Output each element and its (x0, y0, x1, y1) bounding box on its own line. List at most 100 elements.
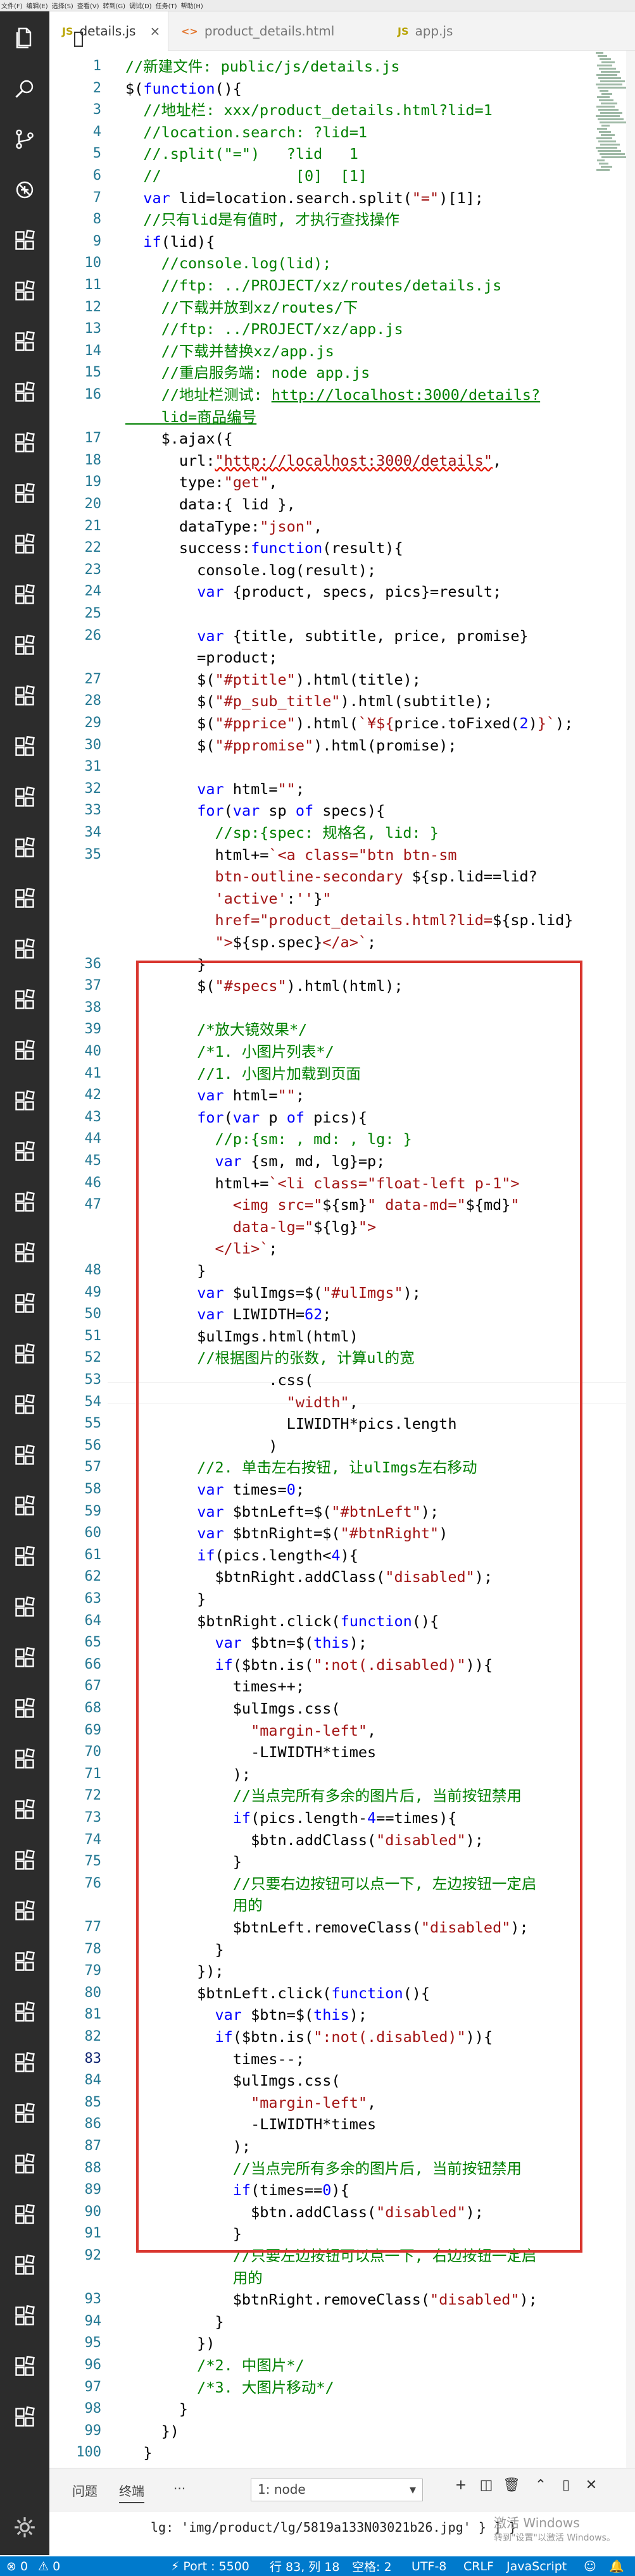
code-line[interactable]: var {product, specs, pics}=result; (125, 581, 501, 602)
live-server-port[interactable]: ⚡ Port : 5500 (171, 2560, 249, 2573)
panel-layout-icon[interactable]: ▯ (555, 2477, 577, 2493)
chevron-up-icon[interactable]: ⌃ (529, 2477, 552, 2493)
extension-icon[interactable] (12, 2202, 37, 2227)
extension-icon[interactable] (12, 2303, 37, 2329)
code-line[interactable]: }) (125, 2420, 179, 2442)
extension-icon[interactable] (12, 1240, 37, 1266)
extension-icon[interactable] (12, 785, 37, 810)
code-line[interactable]: ">${sp.spec}</a>`; (125, 931, 376, 953)
code-line[interactable]: $("#pprice").html(`¥${price.toFixed(2)}`… (125, 712, 573, 734)
extension-icon[interactable] (12, 1443, 37, 1468)
code-line[interactable]: success:function(result){ (125, 537, 403, 559)
errors-count[interactable]: ⊗ 0 (6, 2560, 28, 2573)
code-line[interactable]: data:{ lid }, (125, 494, 296, 515)
code-line[interactable]: $("#ptitle").html(title); (125, 669, 421, 690)
code-line[interactable]: type:"get", (125, 471, 278, 493)
code-line[interactable]: //ftp: ../PROJECT/xz/app.js (125, 318, 403, 340)
extension-icon[interactable] (12, 2354, 37, 2379)
code-line[interactable]: 'active':''}" (125, 888, 331, 909)
extension-icon[interactable] (12, 1139, 37, 1164)
code-line[interactable]: for(var sp of specs){ (125, 800, 385, 821)
debug-icon[interactable] (12, 177, 37, 202)
extension-icon[interactable] (12, 1898, 37, 1924)
extension-icon[interactable] (12, 380, 37, 405)
code-line[interactable]: } (125, 2442, 152, 2463)
code-line[interactable]: //console.log(lid); (125, 252, 332, 274)
code-line[interactable]: =product; (125, 647, 277, 668)
extension-icon[interactable] (12, 1949, 37, 1974)
search-icon[interactable] (12, 76, 37, 101)
menu-item[interactable]: 帮助(H) (181, 1, 203, 10)
extension-icon[interactable] (12, 1645, 37, 1671)
add-terminal-icon[interactable]: + (450, 2477, 472, 2493)
menu-item[interactable]: 文件(F) (1, 1, 23, 10)
extension-icon[interactable] (12, 1595, 37, 1620)
extension-icon[interactable] (12, 1544, 37, 1569)
minimap[interactable] (596, 51, 629, 177)
code-line[interactable]: //ftp: ../PROJECT/xz/routes/details.js (125, 275, 502, 296)
code-line[interactable]: if(lid){ (125, 231, 215, 252)
code-line[interactable]: lid=商品编号 (125, 406, 257, 428)
code-line[interactable]: //下载并替换xz/app.js (125, 340, 334, 362)
extension-icon[interactable] (12, 987, 37, 1012)
warnings-count[interactable]: ⚠ 0 (38, 2560, 60, 2573)
code-line[interactable]: } (125, 2398, 188, 2420)
code-line[interactable]: //下载并放到xz/routes/下 (125, 297, 358, 318)
code-line[interactable]: $btnRight.removeClass("disabled"); (125, 2289, 538, 2310)
code-line[interactable]: //只有lid是有值时, 才执行查找操作 (125, 209, 399, 230)
extension-icon[interactable] (12, 683, 37, 709)
code-line[interactable]: /*2. 中图片*/ (125, 2355, 305, 2376)
cursor-position[interactable]: 行 83, 列 18 (270, 2558, 340, 2575)
extension-icon[interactable] (12, 278, 37, 304)
extension-icon[interactable] (12, 2050, 37, 2075)
extension-icon[interactable] (12, 1746, 37, 1772)
language-mode[interactable]: JavaScript (506, 2560, 567, 2573)
extension-icon[interactable] (12, 1341, 37, 1367)
trash-icon[interactable]: 🗑 (500, 2477, 523, 2493)
code-line[interactable]: //sp:{spec: 规格名, lid: } (125, 822, 438, 843)
source-control-icon[interactable] (12, 127, 37, 152)
code-line[interactable]: url:"http://localhost:3000/details", (125, 450, 501, 471)
code-line[interactable]: $("#p_sub_title").html(subtitle); (125, 690, 493, 712)
code-line[interactable]: html+=`<a class="btn btn-sm (125, 844, 456, 866)
menu-item[interactable]: 查看(V) (77, 1, 99, 10)
extension-icon[interactable] (12, 1493, 37, 1519)
notifications-bell-icon[interactable]: 🔔 (609, 2559, 624, 2573)
encoding[interactable]: UTF-8 (412, 2560, 446, 2573)
feedback-smiley-icon[interactable]: ☺ (584, 2560, 596, 2573)
menu-item[interactable]: 调试(D) (129, 1, 152, 10)
end-of-line[interactable]: CRLF (463, 2560, 494, 2573)
code-line[interactable]: var html=""; (125, 778, 305, 800)
extension-icon[interactable] (12, 1696, 37, 1721)
extension-icon[interactable] (12, 2000, 37, 2025)
code-line[interactable]: href="product_details.html?lid=${sp.lid} (125, 909, 573, 931)
files-icon[interactable] (12, 25, 37, 51)
code-line[interactable]: }) (125, 2332, 215, 2354)
extension-icon[interactable] (12, 886, 37, 911)
code-line[interactable]: var {title, subtitle, price, promise} (125, 625, 529, 647)
code-line[interactable]: console.log(result); (125, 559, 376, 581)
extension-icon[interactable] (12, 734, 37, 759)
tab-problems[interactable]: 问题 (72, 2481, 97, 2499)
indentation[interactable]: 空格: 2 (352, 2558, 392, 2575)
menu-item[interactable]: 任务(T) (156, 1, 177, 10)
extension-icon[interactable] (12, 1088, 37, 1114)
code-line[interactable]: // [0] [1] (125, 165, 367, 187)
menu-item[interactable]: 选择(S) (52, 1, 73, 10)
tab-details-js[interactable]: JS details.js × (49, 11, 168, 51)
tab-product-details-html[interactable]: <> product_details.html (168, 11, 358, 51)
code-line[interactable]: //地址栏测试: http://localhost:3000/details? (125, 384, 541, 406)
code-line[interactable]: dataType:"json", (125, 516, 322, 537)
extension-icon[interactable] (12, 430, 37, 456)
code-line[interactable]: } (125, 2311, 223, 2332)
code-line[interactable]: //location.search: ?lid=1 (125, 121, 367, 143)
code-line[interactable]: $.ajax({ (125, 428, 233, 449)
extension-icon[interactable] (12, 936, 37, 962)
extension-icon[interactable] (12, 1797, 37, 1822)
extension-icon[interactable] (12, 2101, 37, 2126)
code-line[interactable]: var lid=location.search.split("=")[1]; (125, 187, 484, 209)
extension-icon[interactable] (12, 329, 37, 354)
code-line[interactable]: $(function(){ (125, 78, 242, 99)
terminal-select[interactable]: 1: node ▾ (251, 2479, 423, 2501)
gear-icon[interactable] (13, 2515, 37, 2539)
